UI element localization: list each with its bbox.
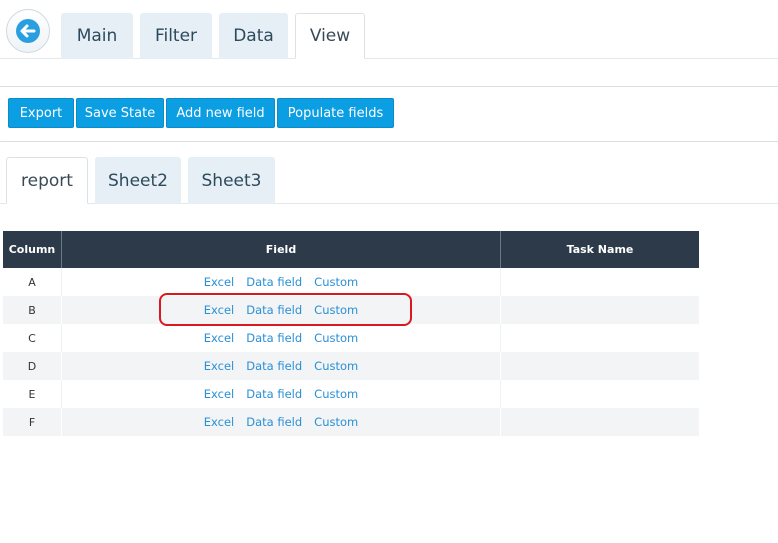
- custom-link[interactable]: Custom: [314, 415, 358, 429]
- data-field-link[interactable]: Data field: [246, 275, 302, 289]
- field-cell: Excel Data field Custom: [61, 380, 500, 408]
- excel-link[interactable]: Excel: [204, 387, 234, 401]
- custom-link[interactable]: Custom: [314, 359, 358, 373]
- column-letter: C: [28, 331, 36, 345]
- data-field-link[interactable]: Data field: [246, 387, 302, 401]
- save-state-button[interactable]: Save State: [76, 98, 164, 128]
- field-cell: Excel Data field Custom: [61, 296, 500, 324]
- column-letter: F: [28, 415, 36, 429]
- excel-link[interactable]: Excel: [204, 415, 234, 429]
- excel-link[interactable]: Excel: [204, 331, 234, 345]
- field-header: Field: [61, 231, 500, 268]
- table-row: F Excel Data field Custom: [3, 408, 699, 436]
- field-cell: Excel Data field Custom: [61, 268, 500, 296]
- export-button[interactable]: Export: [8, 98, 74, 128]
- field-cell: Excel Data field Custom: [61, 352, 500, 380]
- data-field-link[interactable]: Data field: [246, 359, 302, 373]
- tab-filter[interactable]: Filter: [140, 13, 212, 59]
- column-letter: A: [28, 275, 36, 289]
- custom-link[interactable]: Custom: [314, 387, 358, 401]
- column-letter: B: [28, 303, 36, 317]
- back-button[interactable]: [6, 9, 50, 53]
- task-name-cell: [500, 352, 699, 380]
- populate-fields-button[interactable]: Populate fields: [277, 98, 394, 128]
- tab-main[interactable]: Main: [61, 13, 133, 59]
- sheet-tab-sheet2[interactable]: Sheet2: [95, 157, 181, 204]
- tab-data[interactable]: Data: [219, 13, 288, 59]
- table-row: A Excel Data field Custom: [3, 268, 699, 296]
- table-row: B Excel Data field Custom: [3, 296, 699, 324]
- data-field-link[interactable]: Data field: [246, 415, 302, 429]
- excel-link[interactable]: Excel: [204, 359, 234, 373]
- task-name-cell: [500, 268, 699, 296]
- field-cell: Excel Data field Custom: [61, 324, 500, 352]
- column-header: Column: [8, 243, 56, 256]
- custom-link[interactable]: Custom: [314, 275, 358, 289]
- column-letter: D: [27, 359, 37, 373]
- task-name-header: Task Name: [500, 231, 699, 268]
- arrow-left-icon: [16, 19, 40, 43]
- custom-link[interactable]: Custom: [314, 331, 358, 345]
- table-row: C Excel Data field Custom: [3, 324, 699, 352]
- table-row: E Excel Data field Custom: [3, 380, 699, 408]
- task-name-cell: [500, 380, 699, 408]
- custom-link[interactable]: Custom: [314, 303, 358, 317]
- task-name-cell: [500, 408, 699, 436]
- data-field-link[interactable]: Data field: [246, 331, 302, 345]
- add-new-field-button[interactable]: Add new field: [166, 98, 275, 128]
- field-mapping-table: Column Field Task Name A Excel Data fiel…: [3, 231, 699, 436]
- task-name-cell: [500, 296, 699, 324]
- column-letter: E: [28, 387, 36, 401]
- field-cell: Excel Data field Custom: [61, 408, 500, 436]
- sheet-tab-report[interactable]: report: [6, 157, 88, 204]
- task-name-cell: [500, 324, 699, 352]
- tab-view[interactable]: View: [295, 13, 365, 59]
- data-field-link[interactable]: Data field: [246, 303, 302, 317]
- excel-link[interactable]: Excel: [204, 303, 234, 317]
- table-row: D Excel Data field Custom: [3, 352, 699, 380]
- excel-link[interactable]: Excel: [204, 275, 234, 289]
- table-header: Column Field Task Name: [3, 231, 699, 268]
- sheet-tab-sheet3[interactable]: Sheet3: [188, 157, 275, 204]
